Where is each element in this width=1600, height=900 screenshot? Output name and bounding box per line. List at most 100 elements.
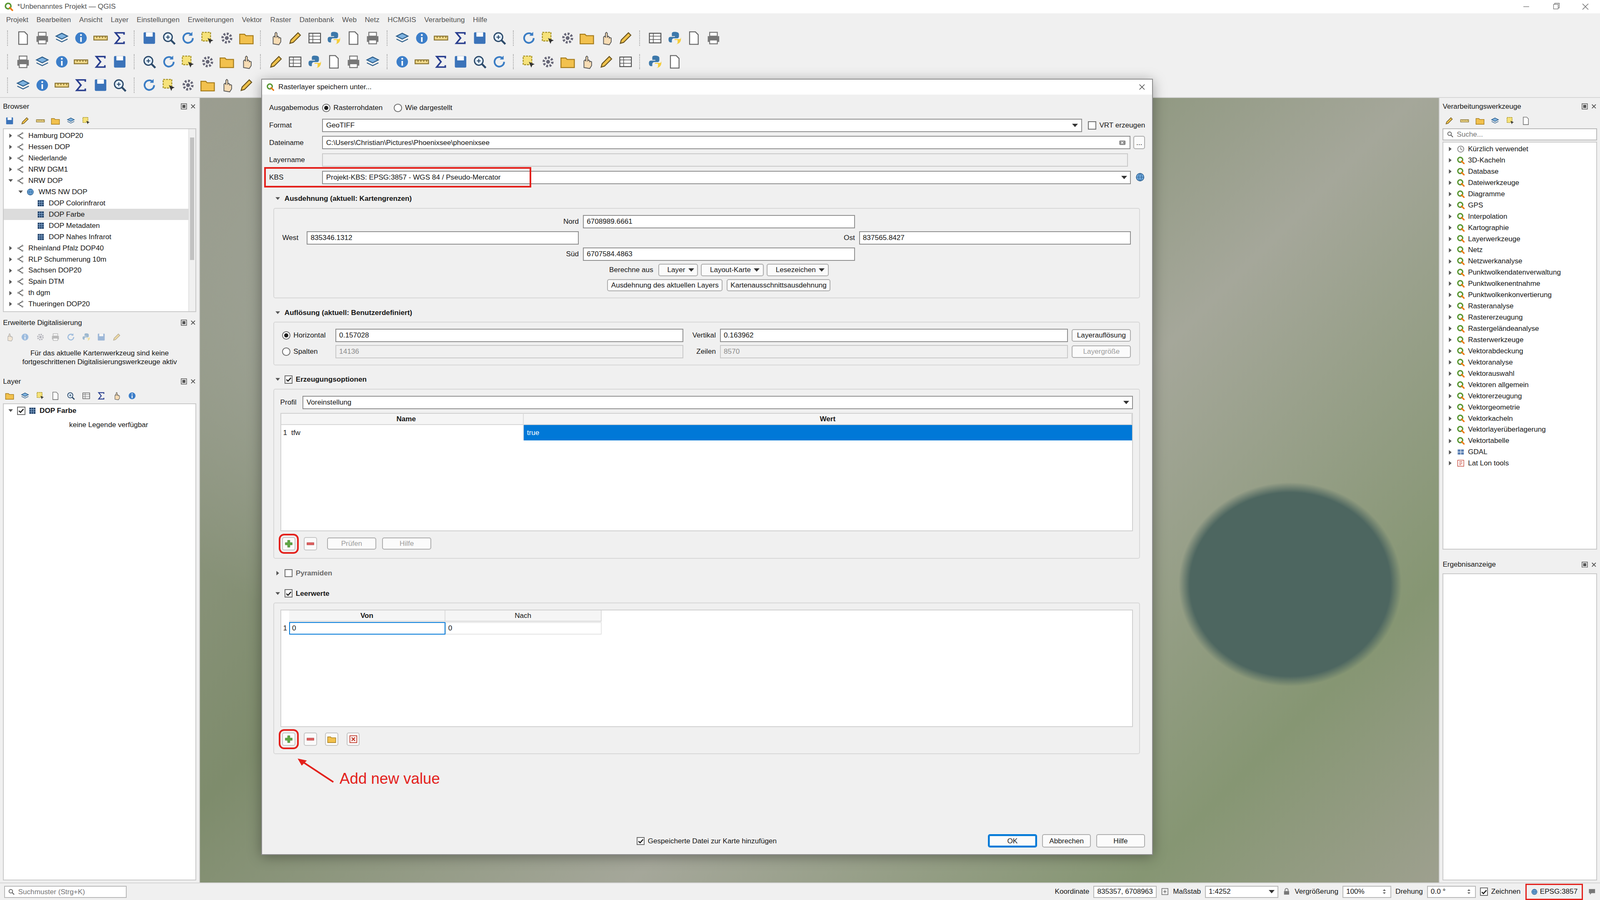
calculate-from-menu[interactable]: Layer [658,263,698,276]
select-icon[interactable] [540,30,556,46]
select-icon[interactable] [200,30,216,46]
menu-item[interactable]: Datenbank [295,15,338,25]
dialog-button[interactable]: OK [987,834,1038,848]
processing-item[interactable]: Vektorabdeckung [1443,345,1596,357]
zoom-icon[interactable] [112,77,128,93]
layer-icon[interactable] [1490,116,1500,126]
menu-item[interactable]: Erweiterungen [183,15,238,25]
processing-search[interactable] [1442,128,1597,141]
save-icon[interactable] [112,54,128,70]
expand-arrow-icon[interactable] [7,278,15,286]
layer-item[interactable]: DOP Farbe [3,405,195,417]
crs-combo[interactable]: Projekt-KBS: EPSG:3857 - WGS 84 / Pseudo… [322,170,1131,185]
pan-icon[interactable] [268,30,284,46]
processing-item[interactable]: Rasteranalyse [1443,300,1596,312]
magnifier-spinbox[interactable]: 100% [1342,885,1392,898]
measure-icon[interactable] [73,54,89,70]
add-button[interactable] [282,732,296,746]
processing-item[interactable]: Vektortabelle [1443,435,1596,447]
zoom-icon[interactable] [66,391,76,401]
processing-item[interactable]: Netzwerkanalyse [1443,255,1596,268]
extent-button[interactable]: Ausdehnung des aktuellen Layers [607,279,723,292]
render-toggle[interactable]: Zeichnen [1480,887,1521,896]
expand-arrow-icon[interactable] [1446,437,1454,445]
new-file-icon[interactable] [345,30,362,46]
select-icon[interactable] [521,54,537,70]
output-mode-option[interactable]: Rasterrohdaten [322,103,383,113]
measure-icon[interactable] [1460,116,1470,126]
creation-section-checkbox[interactable] [284,375,293,384]
menu-item[interactable]: Raster [266,15,296,25]
processing-item[interactable]: GDAL [1443,446,1596,458]
pencil-icon[interactable] [1444,116,1454,126]
maximize-icon[interactable] [1551,2,1561,12]
table-icon[interactable] [617,54,634,70]
resolution-mode[interactable]: Horizontal [282,330,332,340]
refresh-icon[interactable] [491,54,508,70]
creation-section[interactable]: Erzeugungsoptionen [268,373,1146,386]
resolution-field[interactable]: 0.163962 [720,328,1068,343]
layer-visibility-checkbox[interactable] [17,406,26,415]
filename-field[interactable]: C:\Users\Christian\Pictures\Phoenixsee\p… [322,135,1130,150]
layer-icon[interactable] [66,116,76,126]
pan-icon[interactable] [112,391,122,401]
locator-input[interactable] [18,887,123,897]
measure-icon[interactable] [92,30,109,46]
locator[interactable] [4,885,127,898]
python-icon[interactable] [81,332,91,342]
browser-item[interactable]: Hessen DOP [3,141,188,153]
save-icon[interactable] [5,116,15,126]
layer-icon[interactable] [394,30,410,46]
measure-icon[interactable] [54,77,70,93]
add-button[interactable] [282,537,296,551]
browser-item[interactable]: DOP Nahes Infrarot [3,231,188,243]
identify-icon[interactable] [54,54,70,70]
expand-arrow-icon[interactable] [1446,313,1454,321]
name-cell[interactable]: tfw [289,425,524,441]
table-icon[interactable] [307,30,323,46]
print-icon[interactable] [705,30,722,46]
measure-icon[interactable] [414,54,430,70]
processing-item[interactable]: Punktwolkendatenverwaltung [1443,267,1596,279]
expand-arrow-icon[interactable] [1446,212,1454,220]
radio-button[interactable] [322,103,331,113]
save-icon[interactable] [452,54,469,70]
browser-item[interactable]: NRW DGM1 [3,163,188,175]
crs-button[interactable]: EPSG:3857 [1527,885,1581,898]
float-icon[interactable] [180,378,188,385]
browser-item[interactable]: RLP Schummerung 10m [3,253,188,265]
expand-arrow-icon[interactable] [274,590,282,598]
sum-icon[interactable] [452,30,469,46]
option-row[interactable]: 1tfwtrue [281,425,1133,441]
add-to-map-checkbox[interactable] [636,837,645,846]
float-icon[interactable] [1581,561,1588,568]
menu-item[interactable]: Einstellungen [132,15,184,25]
processing-item[interactable]: Vektoranalyse [1443,356,1596,368]
expand-arrow-icon[interactable] [1446,381,1454,389]
menu-item[interactable]: Vektor [237,15,267,25]
gear-icon[interactable] [560,30,576,46]
spin-arrows-icon[interactable] [1465,887,1473,896]
expand-arrow-icon[interactable] [1446,190,1454,198]
toggle-extents-icon[interactable] [1160,887,1170,896]
measure-icon[interactable] [35,116,45,126]
gear-icon[interactable] [200,54,216,70]
remove-button[interactable] [303,537,318,551]
menu-item[interactable]: Hilfe [468,15,492,25]
expand-arrow-icon[interactable] [7,255,15,263]
table-icon[interactable] [287,54,303,70]
pencil-icon[interactable] [268,54,284,70]
close-icon[interactable] [1590,561,1598,568]
browser-item[interactable]: Niederlande [3,152,188,164]
processing-item[interactable]: Vektorauswahl [1443,367,1596,380]
radio-button[interactable] [393,103,403,113]
measure-icon[interactable] [433,30,449,46]
gear-icon[interactable] [180,77,196,93]
expand-arrow-icon[interactable] [7,177,15,185]
sum-icon[interactable] [112,30,128,46]
sum-icon[interactable] [73,77,89,93]
zoom-icon[interactable] [472,54,488,70]
browser-item[interactable]: th dgm [3,287,188,299]
browser-item[interactable]: Hamburg DOP20 [3,130,188,142]
east-field[interactable]: 837565.8427 [859,231,1132,245]
